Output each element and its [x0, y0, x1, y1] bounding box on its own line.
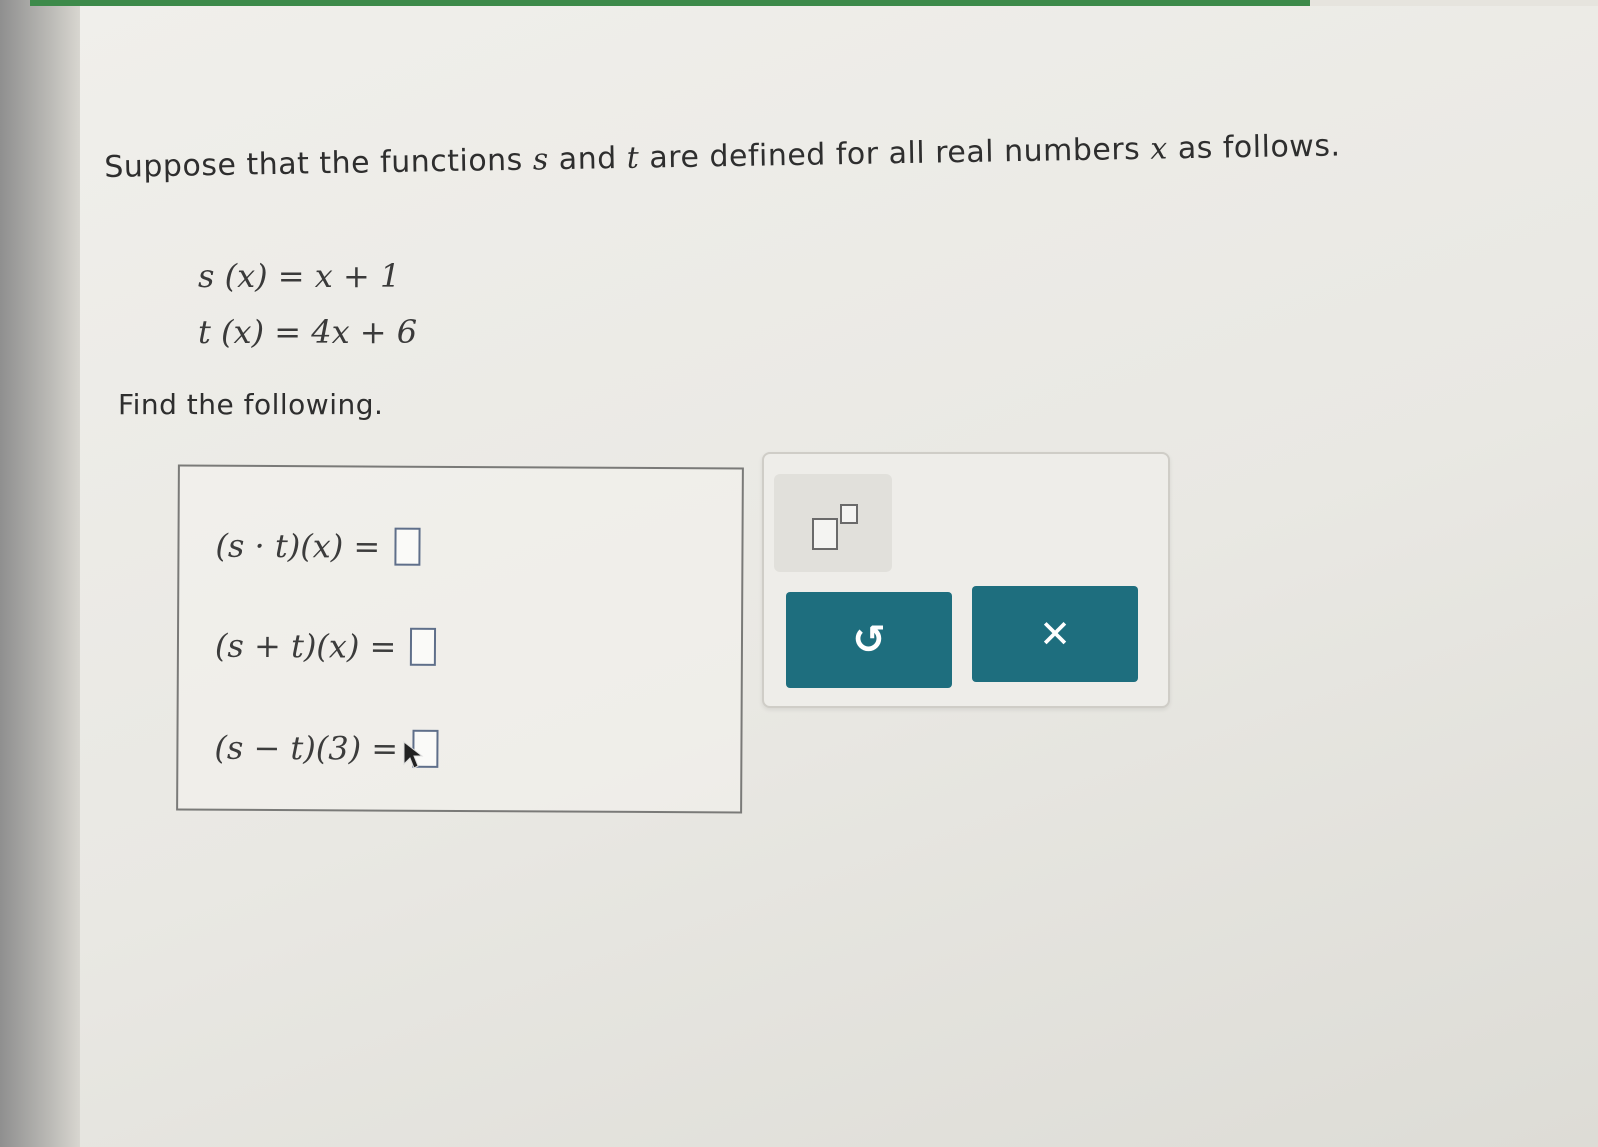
definition-s-rhs: = x + 1 — [277, 257, 401, 295]
definition-t-arg: (x) — [221, 313, 265, 351]
answer-difference-expr: (s − t)(3) = — [214, 728, 399, 768]
exponent-button[interactable] — [774, 474, 892, 572]
answer-sum-input[interactable] — [410, 627, 437, 666]
undo-icon: ↺ — [852, 617, 886, 663]
close-icon: ✕ — [1039, 612, 1071, 656]
clear-button[interactable]: ✕ — [972, 586, 1138, 682]
var-s: s — [532, 142, 550, 178]
screen-bezel-shadow — [0, 0, 80, 1147]
answer-product-input[interactable] — [394, 527, 421, 566]
answer-panel: (s · t)(x) = (s + t)(x) = (s − t)(3) = — [176, 464, 744, 814]
intro-prefix: Suppose that the functions — [104, 142, 524, 185]
answer-row-product: (s · t)(x) = — [215, 526, 421, 566]
definition-s-arg: (x) — [224, 257, 268, 295]
definition-t: t (x) = 4x + 6 — [198, 304, 417, 360]
definition-t-name: t — [198, 313, 211, 351]
math-toolbar: ↺ ✕ — [762, 452, 1170, 708]
definition-t-rhs: = 4x + 6 — [274, 313, 418, 351]
exponent-base-icon — [812, 518, 838, 550]
intro-and: and — [558, 141, 618, 178]
definition-s: s (x) = x + 1 — [198, 248, 417, 304]
find-prompt: Find the following. — [118, 388, 384, 421]
var-t: t — [626, 140, 640, 176]
definition-s-name: s — [198, 257, 215, 295]
answer-row-sum: (s + t)(x) = — [215, 627, 437, 666]
var-x: x — [1150, 131, 1169, 167]
mouse-pointer-icon — [403, 740, 424, 769]
answer-product-expr: (s · t)(x) = — [215, 526, 381, 566]
intro-suffix: as follows. — [1177, 128, 1341, 167]
answer-sum-expr: (s + t)(x) = — [214, 626, 397, 666]
exponent-superscript-icon — [840, 504, 858, 524]
undo-button[interactable]: ↺ — [786, 592, 952, 688]
function-definitions: s (x) = x + 1 t (x) = 4x + 6 — [198, 248, 417, 360]
